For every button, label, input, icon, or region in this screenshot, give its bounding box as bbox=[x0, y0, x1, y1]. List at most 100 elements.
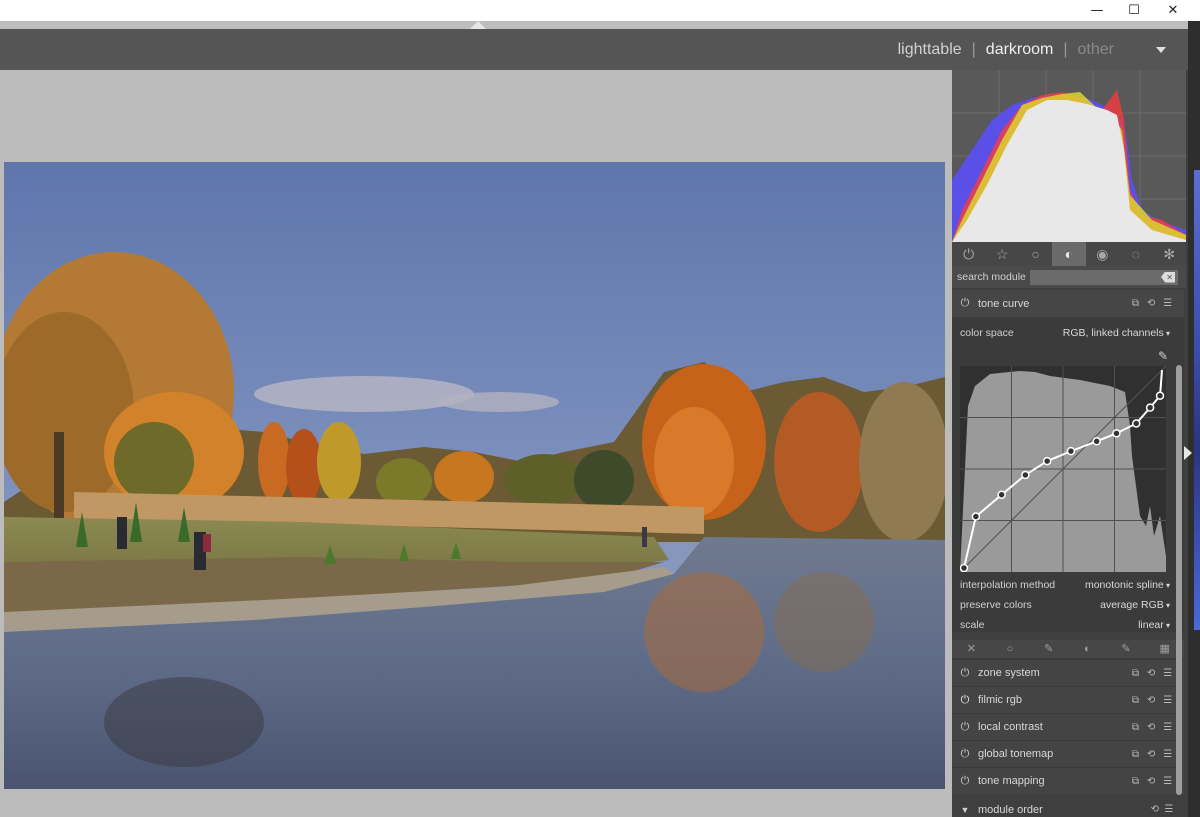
curve-node[interactable] bbox=[971, 512, 981, 521]
collapse-arrow-icon[interactable]: ▼ bbox=[952, 805, 978, 815]
tone-curve-body: color space RGB, linked channels ✎ inter bbox=[952, 317, 1184, 632]
module-group-tabs: ⏻ ☆ ○ ◐ ◉ ◌ ✻ bbox=[952, 242, 1186, 266]
group-active-modules-icon[interactable]: ⏻ bbox=[952, 242, 985, 266]
zone-system-power-icon[interactable]: ⏻ bbox=[952, 667, 978, 680]
presets-icon[interactable]: ☰ bbox=[1163, 298, 1172, 309]
view-separator: | bbox=[971, 40, 976, 58]
group-correct-icon[interactable]: ◌ bbox=[1119, 242, 1152, 266]
global-tonemap-power-icon[interactable]: ⏻ bbox=[952, 748, 978, 761]
mask-off-icon[interactable]: ✕ bbox=[952, 640, 991, 658]
local-contrast-power-icon[interactable]: ⏻ bbox=[952, 721, 978, 734]
multi-instance-icon[interactable]: ⧉ bbox=[1132, 668, 1139, 679]
tone-mapping-module-header[interactable]: ⏻ tone mapping ⧉ ⟲ ☰ bbox=[952, 767, 1184, 794]
local-contrast-title: local contrast bbox=[978, 721, 1043, 733]
filmic-rgb-title: filmic rgb bbox=[978, 694, 1023, 706]
presets-icon[interactable]: ☰ bbox=[1163, 668, 1172, 679]
search-module-row: search module ✕ bbox=[952, 266, 1186, 288]
preserve-colors-value: average RGB bbox=[1100, 599, 1170, 611]
scale-value: linear bbox=[1138, 619, 1170, 631]
right-panel: ⏻ ☆ ○ ◐ ◉ ◌ ✻ search module ✕ ⏻ tone cur… bbox=[952, 70, 1188, 817]
color-space-value: RGB, linked channels bbox=[1063, 327, 1170, 339]
local-contrast-module-header[interactable]: ⏻ local contrast ⧉ ⟲ ☰ bbox=[952, 713, 1184, 740]
reset-icon[interactable]: ⟲ bbox=[1147, 722, 1155, 733]
reset-icon[interactable]: ⟲ bbox=[1147, 298, 1155, 309]
curve-node[interactable] bbox=[1021, 470, 1030, 480]
tone-curve-svg bbox=[959, 365, 1167, 573]
curve-node[interactable] bbox=[1145, 403, 1155, 412]
photo-preview[interactable] bbox=[4, 162, 945, 789]
darktable-window: — ☐ ✕ lighttable | darkroom | other ⏻ ☆ … bbox=[0, 0, 1200, 817]
filmic-rgb-module-header[interactable]: ⏻ filmic rgb ⧉ ⟲ ☰ bbox=[952, 686, 1184, 713]
interpolation-label: interpolation method bbox=[960, 579, 1056, 591]
global-tonemap-module-header[interactable]: ⏻ global tonemap ⧉ ⟲ ☰ bbox=[952, 740, 1184, 767]
header-bar: lighttable | darkroom | other bbox=[0, 29, 1188, 70]
view-other[interactable]: other bbox=[1078, 41, 1114, 59]
curve-node[interactable] bbox=[1112, 429, 1121, 438]
tone-curve-graph[interactable] bbox=[959, 365, 1167, 573]
color-picker-icon[interactable]: ✎ bbox=[1158, 349, 1168, 363]
parametric-mask-icon[interactable]: ◐ bbox=[1068, 640, 1107, 658]
desktop-background-edge bbox=[1194, 170, 1200, 630]
search-module-input[interactable]: ✕ bbox=[1030, 269, 1178, 285]
top-panel-collapse-arrow-icon[interactable] bbox=[470, 21, 486, 29]
right-panel-scrollbar[interactable] bbox=[1176, 365, 1182, 795]
tone-curve-power-icon[interactable]: ⏻ bbox=[952, 297, 978, 310]
tone-curve-title: tone curve bbox=[978, 297, 1030, 310]
group-color-icon[interactable]: ◉ bbox=[1086, 242, 1119, 266]
minimize-button[interactable]: — bbox=[1077, 0, 1117, 20]
view-lighttable[interactable]: lighttable bbox=[898, 41, 962, 59]
reset-icon[interactable]: ⟲ bbox=[1147, 668, 1155, 679]
presets-icon[interactable]: ☰ bbox=[1163, 695, 1172, 706]
scale-combobox[interactable]: scale linear bbox=[960, 619, 1170, 631]
curve-node[interactable] bbox=[1155, 391, 1165, 400]
multi-instance-icon[interactable]: ⧉ bbox=[1132, 695, 1139, 706]
zone-system-module-header[interactable]: ⏻ zone system ⧉ ⟲ ☰ bbox=[952, 659, 1184, 686]
presets-icon[interactable]: ☰ bbox=[1164, 804, 1173, 815]
interpolation-value: monotonic spline bbox=[1085, 579, 1170, 591]
histogram[interactable] bbox=[952, 70, 1186, 242]
close-button[interactable]: ✕ bbox=[1153, 0, 1193, 20]
reset-icon[interactable]: ⟲ bbox=[1147, 695, 1155, 706]
color-space-label: color space bbox=[960, 327, 1014, 339]
uniform-mask-icon[interactable]: ○ bbox=[991, 640, 1030, 658]
views-dropdown-icon[interactable] bbox=[1156, 46, 1166, 53]
interpolation-combobox[interactable]: interpolation method monotonic spline bbox=[960, 579, 1170, 591]
group-effect-icon[interactable]: ✻ bbox=[1153, 242, 1186, 266]
curve-node[interactable] bbox=[1042, 456, 1052, 466]
view-switcher: lighttable | darkroom | other bbox=[898, 29, 1166, 70]
multi-instance-icon[interactable]: ⧉ bbox=[1132, 749, 1139, 760]
presets-icon[interactable]: ☰ bbox=[1163, 776, 1172, 787]
zone-system-title: zone system bbox=[978, 667, 1040, 679]
tone-mapping-power-icon[interactable]: ⏻ bbox=[952, 775, 978, 788]
curve-node[interactable] bbox=[1092, 437, 1101, 446]
reset-icon[interactable]: ⟲ bbox=[1147, 776, 1155, 787]
curve-node[interactable] bbox=[1132, 419, 1141, 428]
view-separator: | bbox=[1063, 40, 1068, 58]
curve-node[interactable] bbox=[1066, 446, 1076, 456]
multi-instance-icon[interactable]: ⧉ bbox=[1132, 298, 1139, 309]
global-tonemap-title: global tonemap bbox=[978, 748, 1054, 760]
multi-instance-icon[interactable]: ⧉ bbox=[1132, 722, 1139, 733]
drawn-parametric-mask-icon[interactable]: ✎ bbox=[1107, 640, 1146, 658]
tone-curve-module-header[interactable]: ⏻ tone curve ⧉ ⟲ ☰ bbox=[952, 290, 1184, 317]
color-space-combobox[interactable]: color space RGB, linked channels bbox=[960, 327, 1170, 339]
group-favorites-icon[interactable]: ☆ bbox=[985, 242, 1018, 266]
drawn-mask-icon[interactable]: ✎ bbox=[1029, 640, 1068, 658]
group-tone-icon[interactable]: ◐ bbox=[1052, 242, 1086, 266]
preserve-colors-combobox[interactable]: preserve colors average RGB bbox=[960, 599, 1170, 611]
group-base-icon[interactable]: ○ bbox=[1019, 242, 1052, 266]
presets-icon[interactable]: ☰ bbox=[1163, 749, 1172, 760]
multi-instance-icon[interactable]: ⧉ bbox=[1132, 776, 1139, 787]
reset-icon[interactable]: ⟲ bbox=[1151, 804, 1159, 815]
curve-node[interactable] bbox=[997, 490, 1006, 499]
module-order-header[interactable]: ▼ module order ⟲ ☰ bbox=[952, 796, 1184, 817]
curve-node[interactable] bbox=[959, 563, 969, 573]
filmic-rgb-power-icon[interactable]: ⏻ bbox=[952, 694, 978, 707]
reset-icon[interactable]: ⟲ bbox=[1147, 749, 1155, 760]
view-darkroom[interactable]: darkroom bbox=[986, 41, 1054, 59]
right-panel-collapse-arrow-icon[interactable] bbox=[1184, 446, 1192, 460]
center-view bbox=[0, 70, 952, 817]
maximize-button[interactable]: ☐ bbox=[1114, 0, 1154, 20]
clear-search-icon[interactable]: ✕ bbox=[1161, 271, 1175, 283]
presets-icon[interactable]: ☰ bbox=[1163, 722, 1172, 733]
